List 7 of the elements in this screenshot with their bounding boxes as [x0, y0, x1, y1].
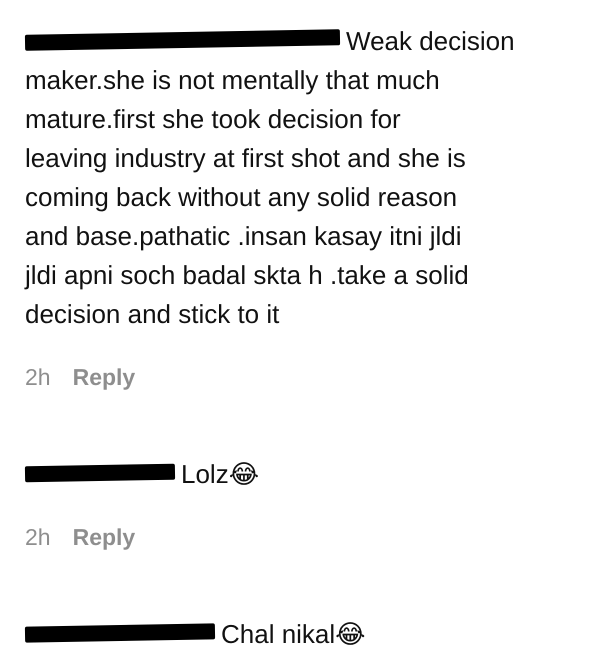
comment-text: Weak decision maker.she is not mentally that much mature.first she took decision for leaving industry at first shot and she is coming back without any solid reason and base.pathatic .insan kasay itni jldi jldi apni soch badal skta h .take a solid decision and stick to it	[25, 25, 516, 331]
reply-link[interactable]: Reply	[72, 524, 136, 551]
comment-text: Lolz😂	[25, 455, 600, 494]
comment-time: 2h	[25, 524, 51, 551]
comment-time: 2h	[25, 364, 51, 391]
comment-text: Chal nikal😂	[25, 615, 600, 654]
reply-link[interactable]: Reply	[72, 364, 136, 391]
